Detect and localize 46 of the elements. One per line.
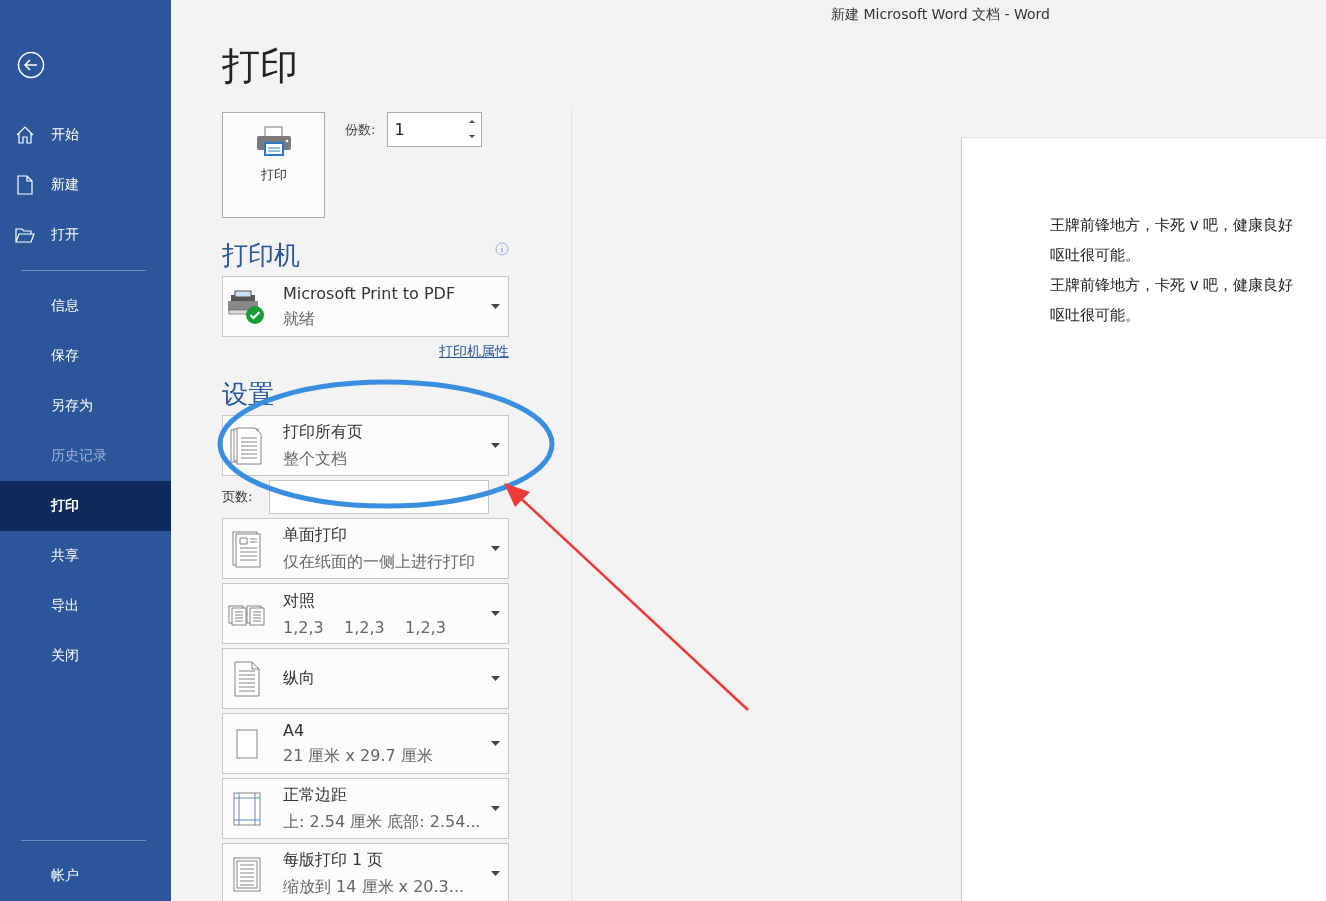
sidebar-item[interactable]: 开始 (0, 110, 171, 160)
settings-dropdown[interactable]: 打印所有页 整个文档 (222, 415, 509, 476)
page-title: 打印 (222, 43, 299, 90)
settings-dropdown[interactable]: 每版打印 1 页 缩放到 14 厘米 x 20.3... (222, 843, 509, 901)
copies-field[interactable]: 1 (387, 112, 483, 147)
pages-label: 页数: (222, 488, 254, 506)
document-icon (16, 175, 33, 195)
caret-icon (491, 676, 500, 681)
sidebar-item[interactable]: 帐户 (0, 851, 171, 901)
info-icon (495, 242, 509, 256)
settings-dropdown[interactable]: 正常边距 上: 2.54 厘米 底部: 2.54... (222, 778, 509, 839)
folder-icon (14, 227, 35, 243)
caret-icon (491, 546, 500, 551)
caret-icon (491, 871, 500, 876)
print-button[interactable]: 打印 (222, 112, 325, 218)
printer-dropdown[interactable]: Microsoft Print to PDF 就绪 (222, 276, 509, 337)
sidebar-item[interactable]: 另存为 (0, 381, 171, 431)
document-text: 呕吐很可能。 (1050, 245, 1141, 266)
caret-icon (491, 443, 500, 448)
document-text: 王牌前锋地方，卡死 v 吧，健康良好 (1050, 275, 1295, 296)
settings-dropdown[interactable]: 纵向 (222, 648, 509, 709)
section-heading: 打印机 (222, 239, 300, 272)
sidebar-item[interactable]: 导出 (0, 581, 171, 631)
document-text: 呕吐很可能。 (1050, 305, 1141, 326)
settings-dropdown[interactable]: 单面打印 仅在纸面的一侧上进行打印 (222, 518, 509, 579)
sidebar-item[interactable]: 共享 (0, 531, 171, 581)
document-text: 王牌前锋地方，卡死 v 吧，健康良好 (1050, 215, 1295, 236)
spinner-arrows-icon (468, 118, 477, 140)
window-title: 新建 Microsoft Word 文档 - Word (831, 6, 1050, 24)
home-icon (14, 125, 35, 145)
sidebar-item[interactable]: 信息 (0, 281, 171, 331)
sidebar-item[interactable]: 打印 (0, 481, 171, 531)
settings-dropdown[interactable]: A4 21 厘米 x 29.7 厘米 (222, 713, 509, 774)
caret-icon (491, 611, 500, 616)
sidebar-item[interactable]: 新建 (0, 160, 171, 210)
printer-icon (255, 126, 292, 158)
printer-properties-link[interactable]: 打印机属性 (439, 343, 509, 361)
sidebar-item[interactable]: 关闭 (0, 631, 171, 681)
copies-label: 份数: (345, 121, 376, 139)
printer-ready-icon (227, 288, 267, 325)
caret-icon (491, 741, 500, 746)
caret-icon (491, 304, 500, 309)
settings-dropdown[interactable]: 对照 1,2,3 1,2,3 1,2,3 (222, 583, 509, 644)
sidebar-item[interactable]: 打开 (0, 210, 171, 260)
sidebar-item[interactable]: 保存 (0, 331, 171, 381)
caret-icon (491, 806, 500, 811)
